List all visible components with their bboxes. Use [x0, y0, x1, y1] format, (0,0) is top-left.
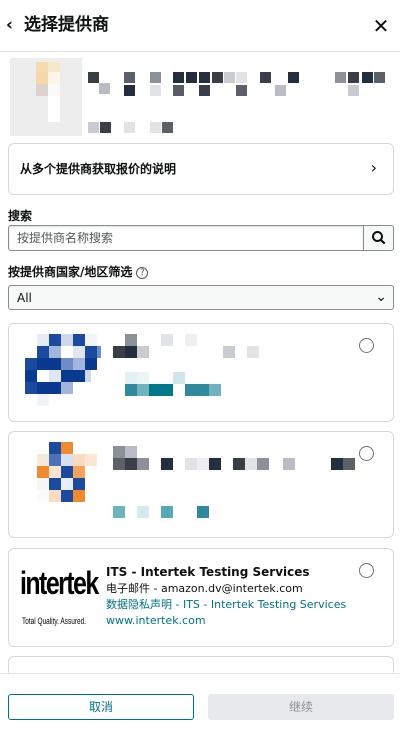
provider-radio[interactable]	[359, 446, 374, 461]
provider-logo-pixelated	[25, 334, 101, 406]
page-title: 选择提供商	[24, 15, 109, 35]
provider-radio[interactable]	[359, 563, 374, 578]
provider-card[interactable]	[8, 431, 394, 538]
provider-logo-pixelated	[37, 442, 97, 502]
intertek-logo-wordmark: intertek	[20, 565, 99, 601]
country-filter-label: 按提供商国家/地区筛选?	[8, 263, 149, 281]
intertek-logo-tagline: Total Quality. Assured.	[22, 616, 86, 626]
search-label: 搜索	[8, 209, 33, 223]
info-card-label: 从多个提供商获取报价的说明	[20, 162, 177, 176]
search-button[interactable]	[363, 225, 394, 251]
modal-header: ‹ 选择提供商 ✕	[0, 0, 400, 52]
cancel-button[interactable]: 取消	[8, 694, 194, 720]
search-icon	[372, 231, 386, 245]
provider-radio[interactable]	[359, 338, 374, 353]
provider-card[interactable]	[8, 323, 394, 422]
provider-card-intertek[interactable]: intertek Total Quality. Assured. ITS - I…	[8, 548, 394, 647]
close-button[interactable]: ✕	[370, 15, 392, 37]
provider-privacy-link[interactable]: 数据隐私声明 - ITS - Intertek Testing Services	[106, 597, 346, 612]
provider-name: ITS - Intertek Testing Services	[106, 565, 310, 579]
modal-footer: 取消 继续	[0, 673, 400, 729]
country-filter-label-text: 按提供商国家/地区筛选	[8, 265, 133, 279]
provider-details-pixelated	[113, 446, 355, 518]
provider-website-link[interactable]: www.intertek.com	[106, 613, 206, 628]
continue-button[interactable]: 继续	[208, 694, 394, 720]
country-filter-select[interactable]: All ⌄	[8, 285, 394, 310]
multi-provider-quote-info[interactable]: 从多个提供商获取报价的说明 ›	[8, 143, 394, 195]
pixelated-image	[10, 58, 385, 136]
help-icon[interactable]: ?	[136, 267, 149, 279]
chevron-right-icon: ›	[370, 158, 377, 177]
close-icon: ✕	[372, 14, 390, 38]
provider-details-pixelated	[113, 334, 259, 396]
back-button[interactable]: ‹	[6, 14, 24, 36]
chevron-left-icon: ‹	[6, 15, 14, 35]
search-input[interactable]	[8, 225, 364, 251]
chevron-down-icon: ⌄	[375, 289, 387, 305]
provider-email: 电子邮件 - amazon.dv@intertek.com	[106, 582, 303, 595]
country-filter-value: All	[17, 291, 32, 305]
intertek-logo: intertek Total Quality. Assured.	[20, 561, 99, 631]
